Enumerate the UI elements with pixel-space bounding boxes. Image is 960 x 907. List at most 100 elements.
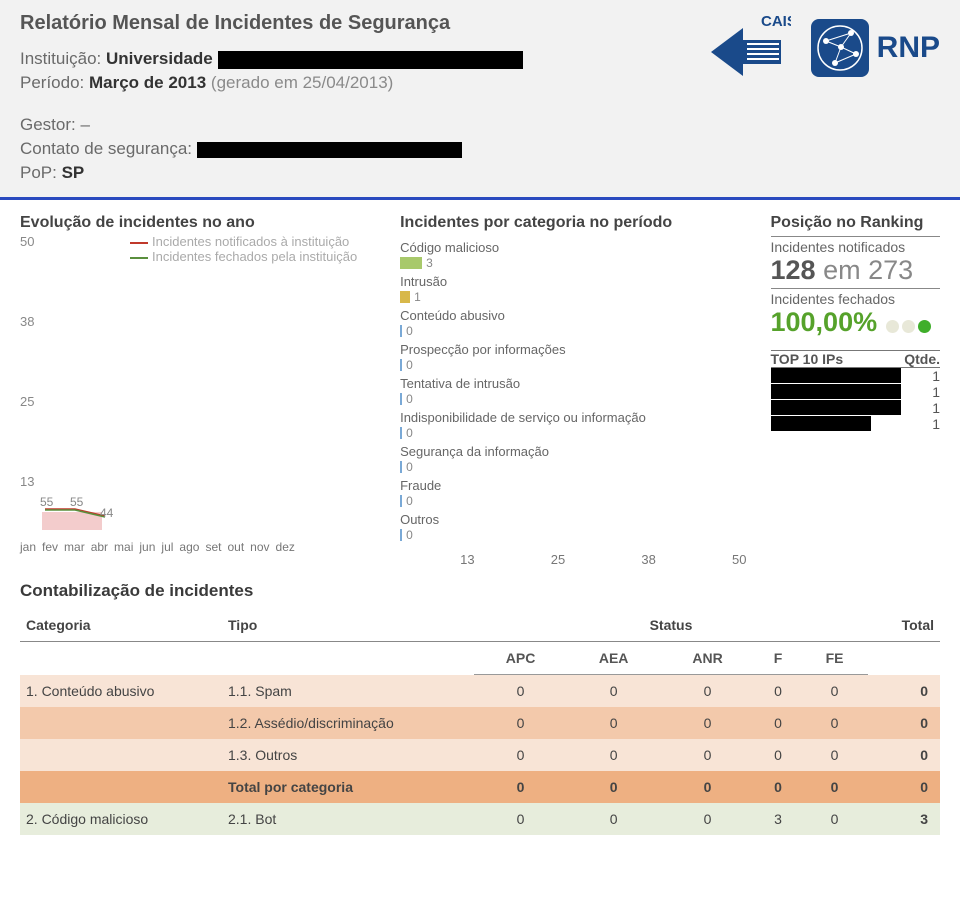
- table-row: 1. Conteúdo abusivo 1.1. Spam 0 0 0 0 0 …: [20, 675, 940, 708]
- cat-value: 0: [406, 324, 413, 338]
- period-label: Período:: [20, 73, 84, 92]
- cat-list: Código malicioso 3Intrusão 1Conteúdo abu…: [400, 240, 758, 546]
- cat-value: 0: [406, 358, 413, 372]
- cell-apc: 0: [474, 707, 567, 739]
- cat-bar: [400, 291, 410, 303]
- rnp-logo: RNP: [811, 19, 940, 77]
- sub-fe: FE: [801, 642, 868, 675]
- col-status: Status: [474, 609, 868, 642]
- cat-name: Conteúdo abusivo: [400, 308, 758, 323]
- cais-text: CAIS: [761, 13, 791, 30]
- month-label: out: [227, 540, 244, 554]
- contact-label: Contato de segurança:: [20, 139, 192, 158]
- cell-fe: 0: [801, 771, 868, 803]
- cat-name: Prospecção por informações: [400, 342, 758, 357]
- cell-apc: 0: [474, 803, 567, 835]
- month-label: mai: [114, 540, 133, 554]
- gestor-line: Gestor: –: [20, 115, 940, 135]
- cat-item: Tentativa de intrusão 0: [400, 376, 758, 406]
- table-row: 1.2. Assédio/discriminação 0 0 0 0 0 0: [20, 707, 940, 739]
- incidents-table: Categoria Tipo Status Total APC AEA ANR …: [20, 609, 940, 835]
- cat-name: Tentativa de intrusão: [400, 376, 758, 391]
- cat-bar: [400, 257, 422, 269]
- table-row: Total por categoria 0 0 0 0 0 0: [20, 771, 940, 803]
- cell-anr: 0: [660, 675, 755, 708]
- cell-aea: 0: [567, 803, 660, 835]
- sub-f: F: [755, 642, 801, 675]
- rank-position: 128 em 273: [771, 255, 941, 286]
- dot-icon: [918, 320, 931, 333]
- cell-total: 0: [868, 675, 940, 708]
- cat-name: Outros: [400, 512, 758, 527]
- cell-cat: [20, 707, 222, 739]
- cat-value: 0: [406, 528, 413, 542]
- cell-tipo: 1.1. Spam: [222, 675, 474, 708]
- rnp-text: RNP: [877, 31, 940, 65]
- cat-value: 3: [426, 256, 433, 270]
- month-label: nov: [250, 540, 269, 554]
- month-label: set: [205, 540, 221, 554]
- month-label: dez: [276, 540, 295, 554]
- cell-anr: 0: [660, 707, 755, 739]
- institution-redacted: [218, 51, 523, 69]
- rank-sub2: Incidentes fechados: [771, 288, 941, 307]
- arrow-left-icon: CAIS: [701, 12, 791, 84]
- evo-title: Evolução de incidentes no ano: [20, 214, 388, 232]
- month-label: jun: [139, 540, 155, 554]
- status-dots: [886, 320, 931, 333]
- cell-fe: 0: [801, 675, 868, 708]
- cat-item: Indisponibilidade de serviço ou informaç…: [400, 410, 758, 440]
- rank-pct-row: 100,00%: [771, 307, 941, 338]
- cell-tipo: 1.3. Outros: [222, 739, 474, 771]
- top10-table: TOP 10 IPs Qtde. 1 1 1 1: [771, 350, 941, 432]
- network-icon: [811, 19, 869, 77]
- cat-bar: [400, 529, 402, 541]
- period-value: Março de 2013: [89, 73, 206, 92]
- cell-apc: 0: [474, 771, 567, 803]
- cell-f: 0: [755, 771, 801, 803]
- cell-apc: 0: [474, 739, 567, 771]
- x-tick: 13: [460, 552, 474, 567]
- cell-cat: 1. Conteúdo abusivo: [20, 675, 222, 708]
- cat-item: Prospecção por informações 0: [400, 342, 758, 372]
- cell-apc: 0: [474, 675, 567, 708]
- cell-f: 0: [755, 707, 801, 739]
- ip-redacted: [771, 400, 901, 415]
- svg-text:55: 55: [40, 495, 54, 509]
- cell-cat: 2. Código malicioso: [20, 803, 222, 835]
- cat-item: Conteúdo abusivo 0: [400, 308, 758, 338]
- contact-line: Contato de segurança:: [20, 139, 940, 159]
- sub-aea: AEA: [567, 642, 660, 675]
- cell-f: 0: [755, 675, 801, 708]
- cell-aea: 0: [567, 707, 660, 739]
- cell-anr: 0: [660, 771, 755, 803]
- month-label: fev: [42, 540, 58, 554]
- cat-x-axis: 13 25 38 50: [400, 552, 758, 567]
- rank-sub1: Incidentes notificados: [771, 236, 941, 255]
- cell-aea: 0: [567, 675, 660, 708]
- top10-head: TOP 10 IPs: [771, 351, 844, 367]
- top10-row: 1: [771, 416, 941, 432]
- cell-fe: 0: [801, 707, 868, 739]
- cell-total: 3: [868, 803, 940, 835]
- cell-f: 0: [755, 739, 801, 771]
- cais-logo: CAIS: [701, 12, 791, 84]
- cell-total: 0: [868, 771, 940, 803]
- institution-label: Instituição:: [20, 49, 101, 68]
- month-label: jan: [20, 540, 36, 554]
- cat-item: Fraude 0: [400, 478, 758, 508]
- ip-redacted: [771, 368, 901, 383]
- cell-tipo: 1.2. Assédio/discriminação: [222, 707, 474, 739]
- gestor-label: Gestor:: [20, 115, 76, 134]
- rank-sep: em: [823, 255, 861, 285]
- cat-title: Incidentes por categoria no período: [400, 214, 758, 232]
- x-tick: 25: [551, 552, 565, 567]
- contact-redacted: [197, 142, 462, 158]
- gestor-value: –: [80, 115, 89, 134]
- month-label: jul: [161, 540, 173, 554]
- tbl-title: Contabilização de incidentes: [20, 581, 940, 601]
- rank-pct: 100,00%: [771, 307, 878, 338]
- cell-anr: 0: [660, 803, 755, 835]
- table-row: 2. Código malicioso 2.1. Bot 0 0 0 3 0 3: [20, 803, 940, 835]
- x-tick: 50: [732, 552, 746, 567]
